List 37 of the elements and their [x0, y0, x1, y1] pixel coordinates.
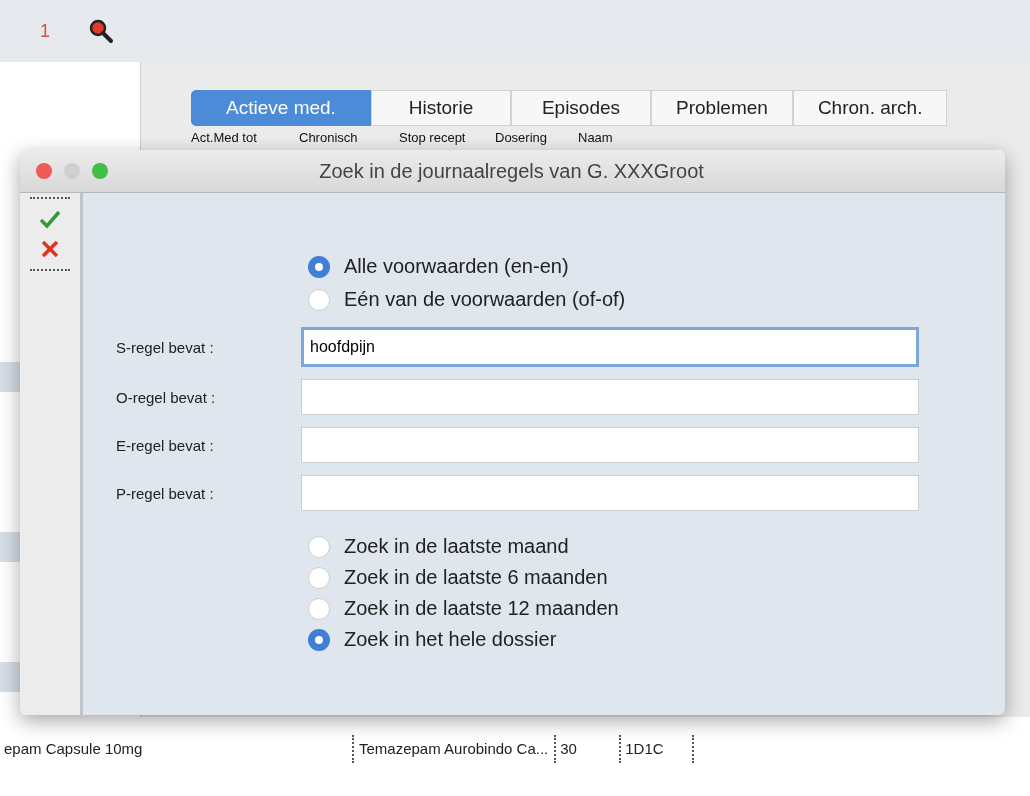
option-label: Zoek in de laatste 12 maanden [344, 597, 619, 620]
input-field[interactable] [301, 427, 919, 463]
cancel-icon[interactable] [40, 239, 60, 259]
tab[interactable]: Episodes [511, 90, 651, 126]
column-header[interactable]: Stop recept [393, 130, 495, 145]
option-label: Eén van de voorwaarden (of-of) [344, 288, 626, 311]
tab[interactable]: Chron. arch. [792, 90, 948, 126]
confirm-icon[interactable] [39, 209, 61, 229]
radio-button[interactable] [308, 628, 330, 651]
input-field[interactable]: hoofdpijn [301, 327, 919, 367]
tab[interactable]: Actieve med. [191, 90, 371, 126]
option-label: Zoek in de laatste 6 maanden [344, 566, 608, 589]
table-cell: Temazepam Aurobindo Ca... [352, 735, 555, 763]
field-label: O-regel bevat : [115, 388, 217, 406]
window-title: Zoek in de journaalregels van G. XXXGroot [318, 159, 705, 183]
search-icon[interactable] [88, 18, 114, 44]
counter: 1 [40, 20, 50, 42]
zoom-button[interactable] [92, 163, 108, 179]
field-label: S-regel bevat : [115, 338, 215, 356]
column-header[interactable]: Dosering [495, 130, 578, 145]
tab[interactable]: Problemen [651, 90, 793, 126]
table-cell-text: epam Capsule 10mg [3, 739, 144, 759]
input-field[interactable] [301, 379, 919, 415]
tab[interactable]: Historie [371, 90, 511, 126]
close-button[interactable] [36, 163, 52, 179]
input-field[interactable] [301, 475, 919, 511]
column-header[interactable]: Chronisch [299, 130, 393, 145]
field-label: E-regel bevat : [115, 436, 215, 454]
column-header[interactable]: Naam [578, 130, 621, 145]
option-label: Alle voorwaarden (en-en) [344, 255, 569, 278]
radio-button[interactable] [308, 255, 330, 278]
option-label: Zoek in het hele dossier [344, 628, 557, 651]
field-label: P-regel bevat : [115, 484, 215, 502]
table-cell: 30 [554, 735, 620, 763]
option-label: Zoek in de laatste maand [344, 535, 569, 558]
table-cell: 1D1C [619, 735, 695, 763]
column-header[interactable]: Act.Med tot [191, 130, 299, 145]
